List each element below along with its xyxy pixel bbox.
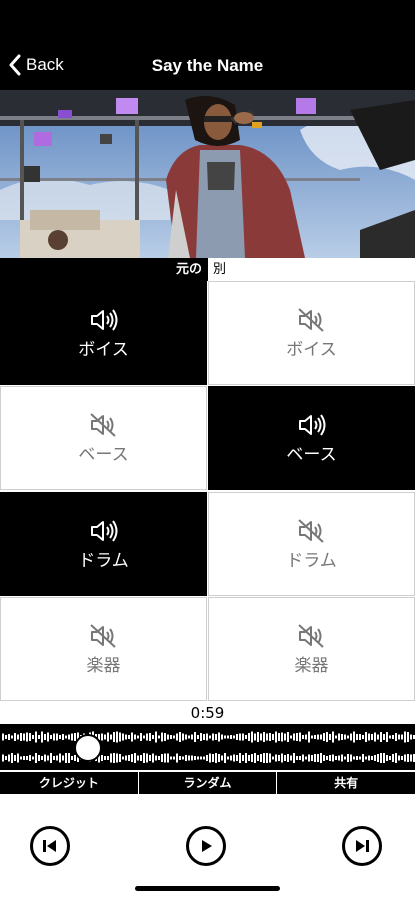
track-label: ベース [78,444,129,465]
next-button[interactable] [342,826,382,866]
speaker-on-icon [90,519,117,542]
share-tab[interactable]: 共有 [277,772,415,794]
instruments-alternate-toggle[interactable]: 楽器 [208,597,415,701]
skip-previous-icon [43,840,56,852]
playback-time: 0:59 [190,704,225,722]
track-label: ドラム [286,550,337,571]
drums-original-toggle[interactable]: ドラム [0,492,207,596]
bass-original-toggle[interactable]: ベース [0,386,207,490]
instruments-original-toggle[interactable]: 楽器 [0,597,207,701]
track-label: ボイス [78,339,129,360]
voice-alternate-toggle[interactable]: ボイス [208,281,415,385]
drums-alternate-toggle[interactable]: ドラム [208,492,415,596]
navigation-bar: Back Say the Name [0,0,415,90]
speaker-on-icon [298,413,325,436]
credits-tab[interactable]: クレジット [0,772,139,794]
speaker-muted-icon [297,623,324,648]
speaker-muted-icon [297,518,324,543]
bottom-action-tabs: クレジット ランダム 共有 [0,772,415,794]
bass-alternate-toggle[interactable]: ベース [208,386,415,490]
artist-photo [0,90,415,258]
skip-next-icon [356,840,369,852]
track-label: 楽器 [86,655,121,676]
original-version-tab[interactable]: 元の [0,258,208,281]
version-selector: 元の 別 [0,258,415,281]
voice-original-toggle[interactable]: ボイス [0,281,207,385]
track-label: 楽器 [294,655,329,676]
track-grid: ボイス ボイス ベース ベース ドラム ドラム 楽器 楽器 [0,281,415,702]
home-indicator [135,886,280,891]
page-title: Say the Name [151,56,264,75]
random-tab[interactable]: ランダム [139,772,278,794]
track-label: ドラム [78,550,129,571]
speaker-muted-icon [297,307,324,332]
speaker-on-icon [90,308,117,331]
scrubber-handle[interactable] [74,734,102,762]
play-button[interactable] [186,826,226,866]
track-label: ボイス [286,339,337,360]
play-icon [202,840,212,852]
alternate-version-tab[interactable]: 別 [208,258,415,281]
previous-button[interactable] [30,826,70,866]
speaker-muted-icon [89,623,116,648]
track-label: ベース [286,444,337,465]
speaker-muted-icon [89,412,116,437]
waveform-scrubber[interactable] [0,724,415,770]
